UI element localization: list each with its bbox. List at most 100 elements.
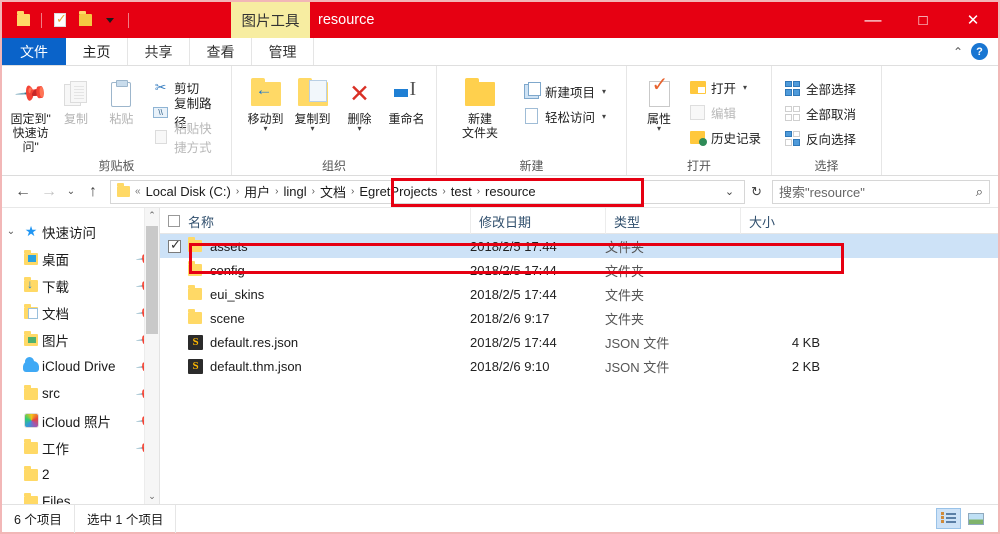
paste-shortcut-button[interactable]: 粘贴快捷方式 <box>148 122 225 155</box>
breadcrumb-item-3[interactable]: 文档 <box>316 182 350 201</box>
column-header-size[interactable]: 大小 <box>740 208 860 234</box>
table-row[interactable]: S default.thm.json 2018/2/6 9:10 JSON 文件… <box>160 354 998 378</box>
ribbon-group-new: 新建 文件夹 新建项目 ▾ 轻松访问 ▾ 新建 <box>437 66 627 175</box>
tab-share[interactable]: 共享 <box>128 38 190 65</box>
minimize-button[interactable]: — <box>848 2 898 38</box>
history-button[interactable]: 历史记录 <box>685 126 765 148</box>
tab-manage[interactable]: 管理 <box>252 38 314 65</box>
chevron-down-icon[interactable]: ▾ <box>602 112 606 121</box>
contextual-tab-picture-tools[interactable]: 图片工具 <box>231 2 310 38</box>
table-row[interactable]: config 2018/2/5 17:44 文件夹 <box>160 258 998 282</box>
scroll-down-icon[interactable]: ⌄ <box>145 489 159 504</box>
new-folder-icon[interactable] <box>74 9 96 31</box>
properties-icon[interactable] <box>49 9 71 31</box>
rename-button[interactable]: 重命名 <box>383 72 430 126</box>
edit-button[interactable]: 编辑 <box>685 101 765 123</box>
sidebar-item-quick-access[interactable]: ⌄ ★ 快速访问 <box>2 218 159 245</box>
select-all-button[interactable]: 全部选择 <box>780 77 860 99</box>
copy-button[interactable]: 复制 <box>53 72 98 126</box>
breadcrumb-item-2[interactable]: lingl <box>280 184 311 199</box>
table-row[interactable]: eui_skins 2018/2/5 17:44 文件夹 <box>160 282 998 306</box>
file-name-cell: scene <box>160 306 245 330</box>
pin-label-line2: 快速访问" <box>12 126 49 154</box>
new-folder-button[interactable]: 新建 文件夹 <box>449 72 511 140</box>
help-icon[interactable]: ? <box>971 43 988 60</box>
select-none-label: 全部取消 <box>806 107 857 122</box>
select-all-checkbox[interactable] <box>168 215 180 227</box>
chevron-down-icon[interactable]: ⌄ <box>2 226 20 237</box>
refresh-icon[interactable]: ↻ <box>745 184 768 200</box>
breadcrumb-item-0[interactable]: Local Disk (C:) <box>142 184 235 199</box>
sidebar-item-src[interactable]: src 📌 <box>2 380 159 407</box>
pin-to-quick-access-button[interactable]: 📌 固定到" 快速访问" <box>8 72 53 154</box>
breadcrumb-item-5[interactable]: test <box>447 184 476 199</box>
move-to-button[interactable]: 移动到 ▾ <box>242 72 289 133</box>
chevron-down-icon[interactable]: ▾ <box>310 125 314 133</box>
column-header-date[interactable]: 修改日期 <box>470 208 605 234</box>
scroll-up-icon[interactable]: ⌃ <box>145 208 159 223</box>
close-button[interactable]: ✕ <box>948 2 998 38</box>
chevron-down-icon[interactable]: ▾ <box>357 125 361 133</box>
new-item-button[interactable]: 新建项目 ▾ <box>519 80 610 102</box>
table-row[interactable]: S default.res.json 2018/2/5 17:44 JSON 文… <box>160 330 998 354</box>
sidebar-item-work[interactable]: 工作 📌 <box>2 434 159 461</box>
tab-home[interactable]: 主页 <box>66 38 128 65</box>
breadcrumb-dropdown-icon[interactable]: ⌄ <box>719 185 740 198</box>
properties-icon <box>648 76 670 112</box>
breadcrumb-item-6[interactable]: resource <box>481 184 540 199</box>
sidebar-item-icloud-photos[interactable]: iCloud 照片 📌 <box>2 407 159 434</box>
collapse-ribbon-icon[interactable]: ⌃ <box>953 45 963 59</box>
address-bar: ← → ⌄ ↑ « Local Disk (C:) › 用户 › lingl ›… <box>2 176 998 208</box>
column-header-name[interactable]: 名称 <box>160 208 470 234</box>
sidebar-item-documents[interactable]: 文档 📌 <box>2 299 159 326</box>
open-button[interactable]: 打开 ▾ <box>685 76 765 98</box>
details-view-button[interactable] <box>936 508 961 529</box>
tab-view[interactable]: 查看 <box>190 38 252 65</box>
scrollbar-thumb[interactable] <box>146 226 158 334</box>
copy-to-button[interactable]: 复制到 ▾ <box>289 72 336 133</box>
breadcrumb[interactable]: « Local Disk (C:) › 用户 › lingl › 文档 › Eg… <box>110 179 746 204</box>
properties-button[interactable]: 属性 ▾ <box>637 72 681 133</box>
select-none-button[interactable]: 全部取消 <box>780 102 860 124</box>
folder-icon <box>188 285 210 300</box>
scissors-icon: ✂ <box>154 78 167 95</box>
row-checkbox[interactable] <box>168 237 181 253</box>
breadcrumb-item-1[interactable]: 用户 <box>240 182 274 201</box>
chevron-down-icon[interactable]: ▾ <box>657 125 661 133</box>
chevron-down-icon[interactable]: ▾ <box>602 87 606 96</box>
table-row[interactable]: assets 2018/2/5 17:44 文件夹 <box>160 234 998 258</box>
photos-icon <box>20 413 42 428</box>
up-button[interactable]: ↑ <box>80 179 106 205</box>
sidebar-scrollbar[interactable]: ⌃ ⌄ <box>144 208 159 504</box>
sidebar-item-downloads[interactable]: 下载 📌 <box>2 272 159 299</box>
search-input[interactable]: 搜索"resource" ⌕ <box>772 179 990 204</box>
maximize-button[interactable]: □ <box>898 2 948 38</box>
customize-dropdown-icon[interactable] <box>99 9 121 31</box>
chevron-down-icon[interactable]: ▾ <box>743 83 747 92</box>
sidebar-item-2[interactable]: 2 <box>2 461 159 488</box>
paste-button[interactable]: 粘贴 <box>99 72 144 126</box>
delete-button[interactable]: ✕ 删除 ▾ <box>336 72 383 133</box>
forward-button[interactable]: → <box>36 179 62 205</box>
back-button[interactable]: ← <box>10 179 36 205</box>
recent-locations-icon[interactable]: ⌄ <box>62 179 80 205</box>
sidebar-item-icloud-drive[interactable]: iCloud Drive 📌 <box>2 353 159 380</box>
search-icon[interactable]: ⌕ <box>976 184 983 200</box>
file-name-cell: assets <box>160 234 248 258</box>
column-header-type[interactable]: 类型 <box>605 208 740 234</box>
breadcrumb-overflow-icon[interactable]: « <box>134 186 142 197</box>
table-row[interactable]: scene 2018/2/6 9:17 文件夹 <box>160 306 998 330</box>
clipboard-group-label: 剪贴板 <box>98 159 135 173</box>
sidebar-item-desktop[interactable]: 桌面 📌 <box>2 245 159 272</box>
invert-selection-button[interactable]: 反向选择 <box>780 127 860 149</box>
sidebar-item-files[interactable]: Files <box>2 488 159 504</box>
folder-icon[interactable] <box>12 9 34 31</box>
easy-access-button[interactable]: 轻松访问 ▾ <box>519 105 610 127</box>
chevron-down-icon[interactable]: ▾ <box>263 125 267 133</box>
breadcrumb-item-4[interactable]: EgretProjects <box>355 184 441 199</box>
new-folder-label-line2: 文件夹 <box>461 126 498 140</box>
ribbon-tab-strip: 文件 主页 共享 查看 管理 ⌃ ? <box>2 38 998 66</box>
sidebar-item-pictures[interactable]: 图片 📌 <box>2 326 159 353</box>
thumbnail-view-button[interactable] <box>963 508 988 529</box>
tab-file[interactable]: 文件 <box>2 38 66 65</box>
